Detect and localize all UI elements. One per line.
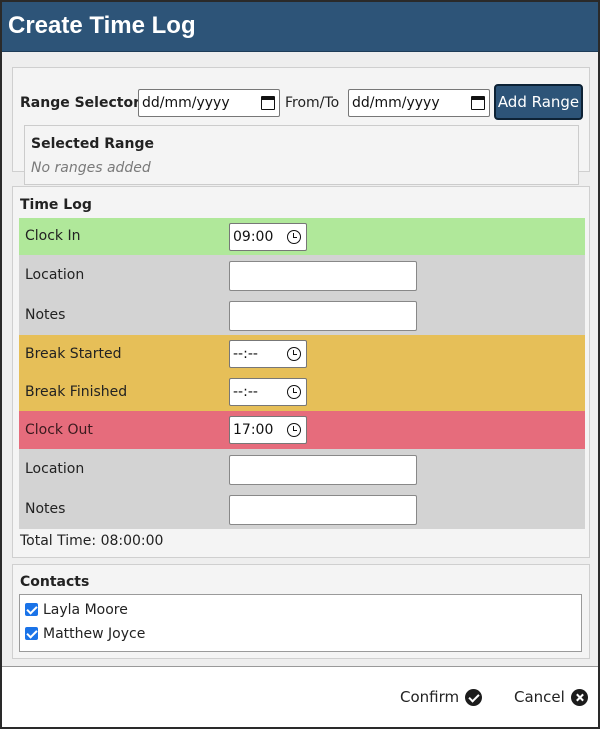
contacts-list: Layla Moore Matthew Joyce bbox=[19, 594, 582, 652]
total-time-text: Total Time: 08:00:00 bbox=[20, 533, 164, 549]
dialog-title: Create Time Log bbox=[8, 12, 196, 39]
dialog-header: Create Time Log bbox=[2, 2, 598, 52]
clock-out-notes-input[interactable] bbox=[229, 495, 417, 525]
clock-in-details: Location Notes bbox=[19, 255, 585, 335]
range-from-date-input[interactable]: dd/mm/yyyy bbox=[138, 89, 280, 117]
clock-out-details: Location Notes bbox=[19, 449, 585, 529]
calendar-icon[interactable] bbox=[471, 96, 485, 110]
clock-in-value: 09:00 bbox=[233, 229, 274, 245]
range-to-date-input[interactable]: dd/mm/yyyy bbox=[348, 89, 490, 117]
location-label: Location bbox=[25, 267, 85, 283]
break-finished-time-input[interactable]: --:-- bbox=[229, 378, 307, 406]
contact-checkbox-layla-moore[interactable] bbox=[25, 603, 38, 616]
selected-range-box: Selected Range No ranges added bbox=[24, 125, 579, 185]
contact-name: Layla Moore bbox=[43, 602, 128, 618]
clock-in-time-input[interactable]: 09:00 bbox=[229, 223, 307, 251]
clock-out-label: Clock Out bbox=[25, 422, 93, 438]
time-log-panel: Time Log Clock In 09:00 Location Notes B… bbox=[12, 186, 590, 558]
range-to-placeholder: dd/mm/yyyy bbox=[352, 95, 440, 111]
selected-range-title: Selected Range bbox=[31, 136, 154, 152]
calendar-icon[interactable] bbox=[261, 96, 275, 110]
break-started-time-input[interactable]: --:-- bbox=[229, 340, 307, 368]
add-range-button[interactable]: Add Range bbox=[494, 84, 583, 120]
break-started-value: --:-- bbox=[233, 346, 258, 362]
contact-name: Matthew Joyce bbox=[43, 626, 146, 642]
contacts-title: Contacts bbox=[20, 574, 90, 590]
no-ranges-text: No ranges added bbox=[31, 160, 151, 176]
clock-out-value: 17:00 bbox=[233, 422, 274, 438]
location-label: Location bbox=[25, 461, 85, 477]
clock-in-row: Clock In 09:00 bbox=[19, 218, 585, 255]
check-circle-icon bbox=[465, 688, 483, 706]
clock-icon[interactable] bbox=[287, 423, 301, 437]
clock-in-notes-input[interactable] bbox=[229, 301, 417, 331]
clock-in-label: Clock In bbox=[25, 228, 81, 244]
dialog-body: Range Selector dd/mm/yyyy From/To dd/mm/… bbox=[2, 52, 598, 667]
break-finished-label: Break Finished bbox=[25, 384, 128, 400]
time-log-title: Time Log bbox=[20, 197, 92, 213]
close-circle-icon bbox=[570, 688, 588, 706]
clock-out-location-input[interactable] bbox=[229, 455, 417, 485]
break-rows: Break Started --:-- Break Finished --:-- bbox=[19, 335, 585, 411]
cancel-label: Cancel bbox=[514, 688, 565, 706]
cancel-button[interactable]: Cancel bbox=[514, 688, 588, 706]
range-selector-panel: Range Selector dd/mm/yyyy From/To dd/mm/… bbox=[12, 67, 590, 185]
range-from-placeholder: dd/mm/yyyy bbox=[142, 95, 230, 111]
clock-icon[interactable] bbox=[287, 347, 301, 361]
notes-label: Notes bbox=[25, 501, 66, 517]
clock-icon[interactable] bbox=[287, 385, 301, 399]
create-time-log-dialog: Create Time Log Range Selector dd/mm/yyy… bbox=[0, 0, 600, 729]
contact-checkbox-matthew-joyce[interactable] bbox=[25, 627, 38, 640]
from-to-label: From/To bbox=[285, 95, 340, 111]
clock-icon[interactable] bbox=[287, 230, 301, 244]
contacts-panel: Contacts Layla Moore Matthew Joyce bbox=[12, 564, 590, 659]
break-started-label: Break Started bbox=[25, 346, 122, 362]
range-selector-label: Range Selector bbox=[20, 95, 140, 111]
clock-out-time-input[interactable]: 17:00 bbox=[229, 416, 307, 444]
break-finished-value: --:-- bbox=[233, 384, 258, 400]
notes-label: Notes bbox=[25, 307, 66, 323]
confirm-label: Confirm bbox=[400, 688, 460, 706]
clock-out-row: Clock Out 17:00 bbox=[19, 411, 585, 449]
clock-in-location-input[interactable] bbox=[229, 261, 417, 291]
confirm-button[interactable]: Confirm bbox=[400, 688, 483, 706]
